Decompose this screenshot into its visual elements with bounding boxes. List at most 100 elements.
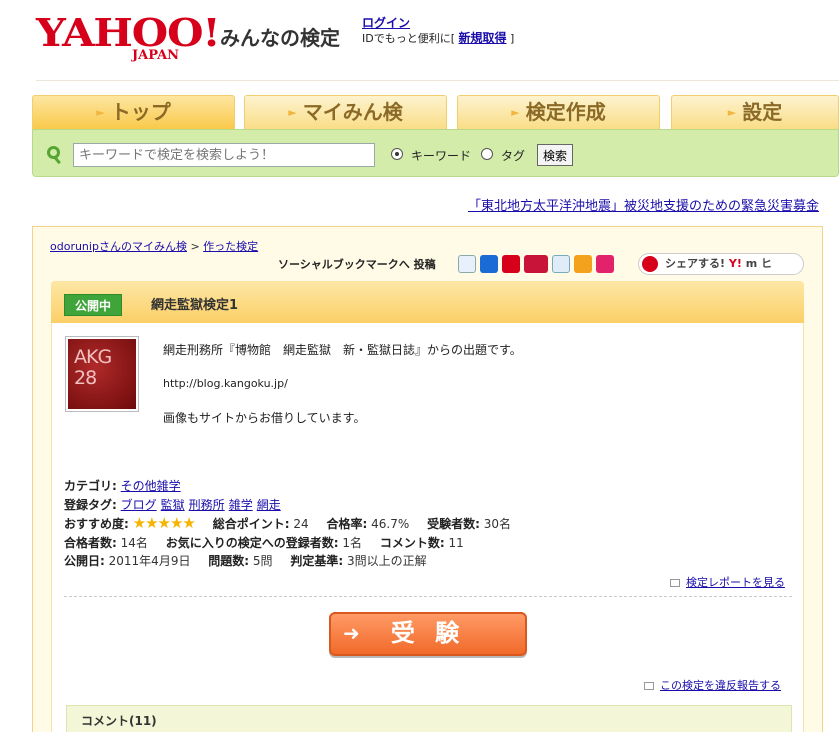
tag-link[interactable]: 刑務所	[189, 498, 225, 512]
disaster-donation-link[interactable]: 「東北地方太平洋沖地震」被災地支援のための緊急災害募金	[468, 195, 819, 214]
quiz-header: 公開中 網走監獄検定1	[51, 281, 804, 323]
search-button[interactable]: 検索	[537, 144, 574, 166]
comments-label: コメント数:	[379, 535, 445, 550]
breadcrumb-current[interactable]: 作った検定	[203, 240, 258, 253]
radio-tag-label: タグ	[501, 149, 526, 163]
share-other-icons: m ヒ	[745, 257, 772, 270]
yahoo-japan-logo[interactable]: YAHOO! JAPAN	[36, 14, 221, 64]
report-icon	[670, 579, 680, 587]
thumbnail-text: AKG 28	[68, 339, 136, 409]
search-icon	[47, 146, 60, 159]
social-bookmark-label: ソーシャルブックマークへ 投稿	[278, 258, 436, 271]
status-badge: 公開中	[64, 294, 123, 316]
check-icon[interactable]	[574, 255, 592, 273]
tab-arrow-icon: ►	[96, 106, 105, 119]
site-title[interactable]: みんなの検定	[220, 22, 340, 51]
comments-value: 11	[448, 535, 464, 550]
main-tabs: ► トップ ► マイみん検 ► 検定作成 ► 設定	[32, 95, 839, 129]
share-button[interactable]: シェアする! Y! m ヒ	[638, 253, 804, 275]
description-url: http://blog.kangoku.jp/	[163, 377, 288, 390]
tags-label: 登録タグ:	[64, 497, 117, 512]
login-link[interactable]: ログイン	[362, 16, 410, 30]
points-value: 24	[293, 517, 309, 531]
published-label: 公開日:	[64, 554, 105, 568]
livedoor-clip-icon[interactable]	[524, 255, 548, 273]
examinees-label: 受験者数:	[427, 517, 480, 531]
criteria-value: 3問以上の正解	[347, 554, 427, 568]
pencil-icon[interactable]	[552, 255, 570, 273]
tab-label: トップ	[110, 100, 171, 124]
tag-link[interactable]: 雑学	[229, 498, 253, 512]
stats-row-3: 公開日: 2011年4月9日 問題数: 5問 判定基準: 3問以上の正解	[64, 552, 525, 571]
tag-link[interactable]: 網走	[257, 498, 281, 512]
radio-keyword-label: キーワード	[411, 149, 472, 163]
criteria-label: 判定基準:	[290, 554, 344, 568]
yahoo-bookmark-icon[interactable]	[458, 255, 476, 273]
quiz-panel: odorunipさんのマイみん検 > 作った検定 ソーシャルブックマークへ 投稿…	[32, 226, 823, 732]
questions-value: 5問	[252, 554, 273, 568]
passers-value: 14名	[120, 535, 148, 550]
header-divider	[36, 80, 839, 81]
favorites-label: お気に入りの検定への登録者数:	[165, 535, 339, 550]
tab-top[interactable]: ► トップ	[32, 95, 235, 129]
tab-label: マイみん検	[302, 100, 403, 124]
tab-arrow-icon: ►	[288, 106, 297, 119]
hatena-bookmark-icon[interactable]	[480, 255, 498, 273]
recommend-label: おすすめ度:	[64, 517, 129, 531]
passers-label: 合格者数:	[64, 535, 117, 550]
rating-stars-icon: ★★★★★	[132, 514, 196, 532]
published-value: 2011年4月9日	[108, 554, 191, 568]
divider	[64, 596, 792, 597]
tab-create[interactable]: ► 検定作成	[457, 95, 660, 129]
tab-arrow-icon: ►	[727, 106, 737, 119]
take-quiz-button[interactable]: ➜ 受 験	[329, 612, 527, 656]
newsing-icon[interactable]	[596, 255, 614, 273]
violation-link-row: この検定を違反報告する	[644, 677, 781, 693]
quiz-report-link[interactable]: 検定レポートを見る	[686, 576, 785, 589]
tag-link[interactable]: ブログ	[121, 498, 157, 512]
search-bar: キーワード タグ 検索	[32, 129, 839, 177]
pass-rate-label: 合格率:	[326, 517, 368, 531]
category-link[interactable]: その他雑学	[121, 479, 181, 493]
breadcrumb-user[interactable]: odorunipさんのマイみん検	[50, 240, 187, 253]
search-input[interactable]	[73, 143, 375, 167]
radio-keyword[interactable]	[391, 148, 403, 160]
arrow-right-icon: ➜	[343, 621, 360, 645]
report-link-row: 検定レポートを見る	[670, 574, 785, 590]
tags-row: 登録タグ: ブログ 監獄 刑務所 雑学 網走	[64, 496, 525, 515]
login-note-suffix: ]	[510, 32, 515, 45]
category-row: カテゴリ: その他雑学	[64, 477, 525, 496]
share-yahoo-icon: Y!	[728, 257, 742, 270]
violation-report-link[interactable]: この検定を違反報告する	[660, 679, 781, 692]
signup-link[interactable]: 新規取得	[459, 31, 507, 45]
points-label: 総合ポイント:	[212, 517, 290, 531]
stats-row-1: おすすめ度: ★★★★★ 総合ポイント: 24 合格率: 46.7% 受験者数:…	[64, 514, 525, 534]
breadcrumb: odorunipさんのマイみん検 > 作った検定	[50, 238, 258, 254]
stats-row-2: 合格者数: 14名 お気に入りの検定への登録者数: 1名 コメント数: 11	[64, 534, 525, 553]
tab-label: 検定作成	[525, 100, 606, 124]
description-line: 網走刑務所『博物館 網走監獄 新・監獄日誌』からの出題です。	[163, 343, 522, 357]
buzzurl-icon[interactable]	[502, 255, 520, 273]
quiz-description: 網走刑務所『博物館 網走監獄 新・監獄日誌』からの出題です。 http://bl…	[163, 341, 522, 427]
logo-sub: JAPAN	[132, 48, 180, 63]
tab-label: 設定	[742, 100, 783, 124]
share-label: シェアする!	[665, 257, 726, 270]
logo-text: YAHOO!	[36, 10, 221, 55]
quiz-thumbnail: AKG 28	[65, 336, 139, 412]
questions-label: 問題数:	[208, 554, 250, 568]
examinees-value: 30名	[483, 517, 511, 531]
login-box: ログイン IDでもっと便利に[ 新規取得 ]	[362, 16, 514, 46]
comment-header: コメント(11)	[66, 705, 792, 732]
favorites-value: 1名	[342, 535, 363, 550]
tab-settings[interactable]: ► 設定	[671, 95, 839, 129]
radio-tag[interactable]	[481, 148, 493, 160]
tag-link[interactable]: 監獄	[161, 498, 185, 512]
pass-rate-value: 46.7%	[371, 517, 410, 531]
flag-icon	[644, 682, 654, 690]
quiz-body: AKG 28 網走刑務所『博物館 網走監獄 新・監獄日誌』からの出題です。 ht…	[51, 323, 804, 732]
category-label: カテゴリ:	[64, 479, 117, 493]
description-note: 画像もサイトからお借りしています。	[163, 411, 366, 425]
tab-my-minken[interactable]: ► マイみん検	[244, 95, 447, 129]
quiz-meta: カテゴリ: その他雑学 登録タグ: ブログ 監獄 刑務所 雑学 網走 おすすめ度: ★★…	[64, 477, 525, 571]
take-quiz-label: 受 験	[390, 619, 466, 647]
